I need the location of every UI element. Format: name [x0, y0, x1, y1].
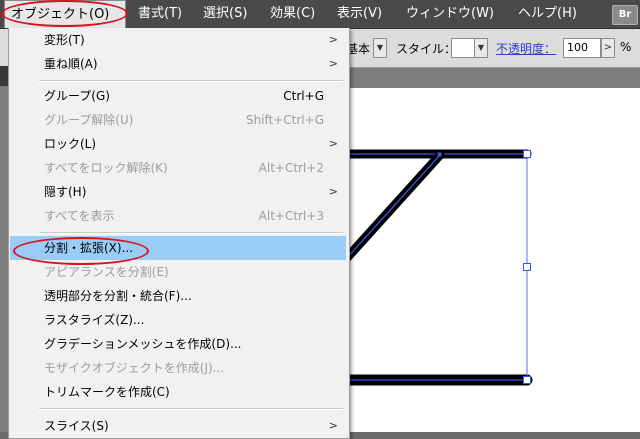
anchor-point	[437, 152, 442, 157]
bbox-handle-top-right	[523, 150, 531, 158]
menu-separator	[39, 232, 343, 234]
menu-item-flatten-transparency[interactable]: 透明部分を分割・統合(F)...	[10, 284, 346, 308]
submenu-arrow-icon: >	[328, 137, 338, 150]
submenu-arrow-icon: >	[328, 419, 338, 432]
bbox-handle-middle-right	[523, 263, 531, 271]
menu-item-slice[interactable]: スライス(S) >	[10, 414, 346, 438]
menu-item-ungroup[interactable]: グループ解除(U) Shift+Ctrl+G	[10, 108, 346, 132]
menu-separator	[39, 408, 343, 410]
menu-item-rasterize[interactable]: ラスタライズ(Z)...	[10, 308, 346, 332]
menu-item-show-all[interactable]: すべてを表示 Alt+Ctrl+3	[10, 204, 346, 228]
submenu-arrow-icon: >	[328, 33, 338, 46]
menu-item-unlock-all[interactable]: すべてをロック解除(K) Alt+Ctrl+2	[10, 156, 346, 180]
bbox-handle-bottom-right	[523, 376, 531, 384]
path-diagonal-selection	[335, 154, 441, 271]
menu-item-expand-appearance[interactable]: アピアランスを分割(E)	[10, 260, 346, 284]
menu-separator	[39, 80, 343, 82]
menu-item-hide[interactable]: 隠す(H) >	[10, 180, 346, 204]
object-menu-dropdown: 変形(T) > 重ね順(A) > グループ(G) Ctrl+G グループ解除(U…	[8, 28, 350, 439]
menu-item-transform[interactable]: 変形(T) >	[10, 28, 346, 52]
menu-item-create-trim-marks[interactable]: トリムマークを作成(C)	[10, 380, 346, 404]
menu-item-create-object-mosaic[interactable]: モザイクオブジェクトを作成(J)...	[10, 356, 346, 380]
menu-item-group[interactable]: グループ(G) Ctrl+G	[10, 84, 346, 108]
submenu-arrow-icon: >	[328, 185, 338, 198]
menu-item-expand[interactable]: 分割・拡張(X)...	[10, 236, 346, 260]
menu-item-arrange[interactable]: 重ね順(A) >	[10, 52, 346, 76]
menu-item-create-gradient-mesh[interactable]: グラデーションメッシュを作成(D)...	[10, 332, 346, 356]
menu-item-lock[interactable]: ロック(L) >	[10, 132, 346, 156]
submenu-arrow-icon: >	[328, 57, 338, 70]
